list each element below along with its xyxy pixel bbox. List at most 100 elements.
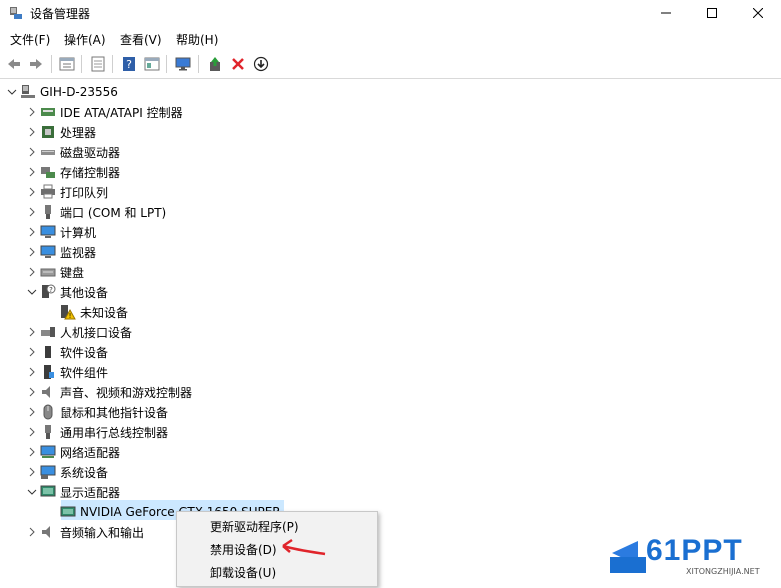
tree-label: 计算机 xyxy=(60,225,97,240)
maximize-button[interactable] xyxy=(689,0,735,26)
tree-item-display-adapters[interactable]: 显示适配器 xyxy=(24,482,120,502)
chevron-right-icon[interactable] xyxy=(24,142,40,162)
tree-label: 声音、视频和游戏控制器 xyxy=(60,385,193,400)
chevron-right-icon[interactable] xyxy=(24,422,40,442)
uninstall-device-menu-item[interactable]: 卸载设备(U) xyxy=(210,564,276,581)
tree-label: 音频输入和输出 xyxy=(60,525,145,540)
back-button[interactable] xyxy=(4,54,24,74)
tree-label: 处理器 xyxy=(60,125,97,140)
tree-item-audio-io[interactable]: 音频输入和输出 xyxy=(24,522,144,542)
chevron-right-icon[interactable] xyxy=(24,442,40,462)
software-component-icon xyxy=(44,365,54,379)
storage-controller-icon xyxy=(41,167,55,178)
minimize-button[interactable] xyxy=(643,0,689,26)
chevron-right-icon[interactable] xyxy=(24,342,40,362)
tree-item-network[interactable]: 网络适配器 xyxy=(24,442,120,462)
menu-file[interactable]: 文件(F) xyxy=(10,31,50,48)
other-devices-icon: ? xyxy=(42,284,56,298)
close-button[interactable] xyxy=(735,0,781,26)
ide-controller-icon xyxy=(41,108,55,116)
forward-icon xyxy=(30,59,42,69)
tree-label: 网络适配器 xyxy=(60,445,121,460)
chevron-right-icon[interactable] xyxy=(24,182,40,202)
tree-item-software-components[interactable]: 软件组件 xyxy=(24,362,108,382)
tree-label: 未知设备 xyxy=(80,305,129,320)
window-title: 设备管理器 xyxy=(30,7,91,21)
tree-label: 鼠标和其他指针设备 xyxy=(60,405,169,420)
tree-item-hid[interactable]: 人机接口设备 xyxy=(24,322,132,342)
menu-help[interactable]: 帮助(H) xyxy=(176,31,218,48)
disable-device-menu-item[interactable]: 禁用设备(D) xyxy=(210,541,277,558)
tree-label: 打印队列 xyxy=(60,185,109,200)
usb-icon xyxy=(45,425,51,439)
scan-icon xyxy=(91,56,105,72)
watermark: 61PPT XITONGZHIJIA.NET xyxy=(610,531,781,585)
chevron-right-icon[interactable] xyxy=(24,462,40,482)
chevron-right-icon[interactable] xyxy=(24,362,40,382)
update-driver-menu-item[interactable]: 更新驱动程序(P) xyxy=(210,518,299,535)
tree-label: 端口 (COM 和 LPT) xyxy=(60,205,167,220)
chevron-right-icon[interactable] xyxy=(24,382,40,402)
disable-button[interactable] xyxy=(251,54,271,74)
menu-view[interactable]: 查看(V) xyxy=(120,31,162,48)
tree-label: 通用串行总线控制器 xyxy=(60,425,169,440)
hid-icon xyxy=(41,327,55,337)
tree-item-mouse[interactable]: 鼠标和其他指针设备 xyxy=(24,402,168,422)
title-bar: 设备管理器 xyxy=(0,0,781,26)
tree-item-storage[interactable]: 存储控制器 xyxy=(24,162,120,182)
menu-action[interactable]: 操作(A) xyxy=(64,31,106,48)
chevron-right-icon[interactable] xyxy=(24,202,40,222)
tree-label: 其他设备 xyxy=(60,285,109,300)
chevron-right-icon[interactable] xyxy=(24,402,40,422)
properties-button[interactable] xyxy=(57,54,77,74)
processor-icon xyxy=(42,126,54,138)
tree-root[interactable]: GIH-D-23556 xyxy=(4,82,118,102)
forward-button[interactable] xyxy=(26,54,46,74)
chevron-right-icon[interactable] xyxy=(24,122,40,142)
tree-item-usb[interactable]: 通用串行总线控制器 xyxy=(24,422,168,442)
keyboard-icon xyxy=(40,268,56,277)
chevron-right-icon[interactable] xyxy=(24,322,40,342)
scan-button[interactable] xyxy=(88,54,108,74)
tree-label: IDE ATA/ATAPI 控制器 xyxy=(60,105,183,120)
speaker-icon xyxy=(42,386,50,398)
chevron-right-icon[interactable] xyxy=(24,102,40,122)
monitor-icon xyxy=(40,245,56,258)
monitor-icon xyxy=(175,57,191,71)
update-driver-button[interactable] xyxy=(205,54,225,74)
network-adapter-icon xyxy=(40,445,56,458)
tree-item-unknown-device[interactable]: ! 未知设备 xyxy=(44,302,128,322)
chevron-right-icon[interactable] xyxy=(24,522,40,542)
chevron-down-icon[interactable] xyxy=(4,82,20,102)
tree-item-system[interactable]: 系统设备 xyxy=(24,462,108,482)
chevron-down-icon[interactable] xyxy=(24,482,40,502)
tree-root-label: GIH-D-23556 xyxy=(40,85,118,99)
toolbar: ? xyxy=(0,52,781,79)
properties-icon xyxy=(59,57,75,71)
tree-item-print-queue[interactable]: 打印队列 xyxy=(24,182,108,202)
tree-item-keyboard[interactable]: 键盘 xyxy=(24,262,84,282)
chevron-right-icon[interactable] xyxy=(24,162,40,182)
tree-item-disk[interactable]: 磁盘驱动器 xyxy=(24,142,120,162)
help-button[interactable]: ? xyxy=(119,54,139,74)
computer-root-icon xyxy=(21,85,35,98)
menu-bar: 文件(F) 操作(A) 查看(V) 帮助(H) xyxy=(0,28,781,50)
tree-item-monitor[interactable]: 监视器 xyxy=(24,242,96,262)
chevron-right-icon[interactable] xyxy=(24,242,40,262)
tree-label: 显示适配器 xyxy=(60,485,121,500)
printer-icon xyxy=(41,184,55,199)
tree-item-computer[interactable]: 计算机 xyxy=(24,222,96,242)
tree-item-ports[interactable]: 端口 (COM 和 LPT) xyxy=(24,202,166,222)
tree-item-other-devices[interactable]: ? 其他设备 xyxy=(24,282,108,302)
uninstall-button[interactable] xyxy=(228,54,248,74)
tree-label: 磁盘驱动器 xyxy=(60,145,121,160)
tree-item-sound[interactable]: 声音、视频和游戏控制器 xyxy=(24,382,192,402)
tree-item-processor[interactable]: 处理器 xyxy=(24,122,96,142)
view-button[interactable] xyxy=(142,54,162,74)
chevron-down-icon[interactable] xyxy=(24,282,40,302)
chevron-right-icon[interactable] xyxy=(24,262,40,282)
chevron-right-icon[interactable] xyxy=(24,222,40,242)
tree-item-software-devices[interactable]: 软件设备 xyxy=(24,342,108,362)
tree-item-ide[interactable]: IDE ATA/ATAPI 控制器 xyxy=(24,102,183,122)
monitor-button[interactable] xyxy=(173,54,193,74)
